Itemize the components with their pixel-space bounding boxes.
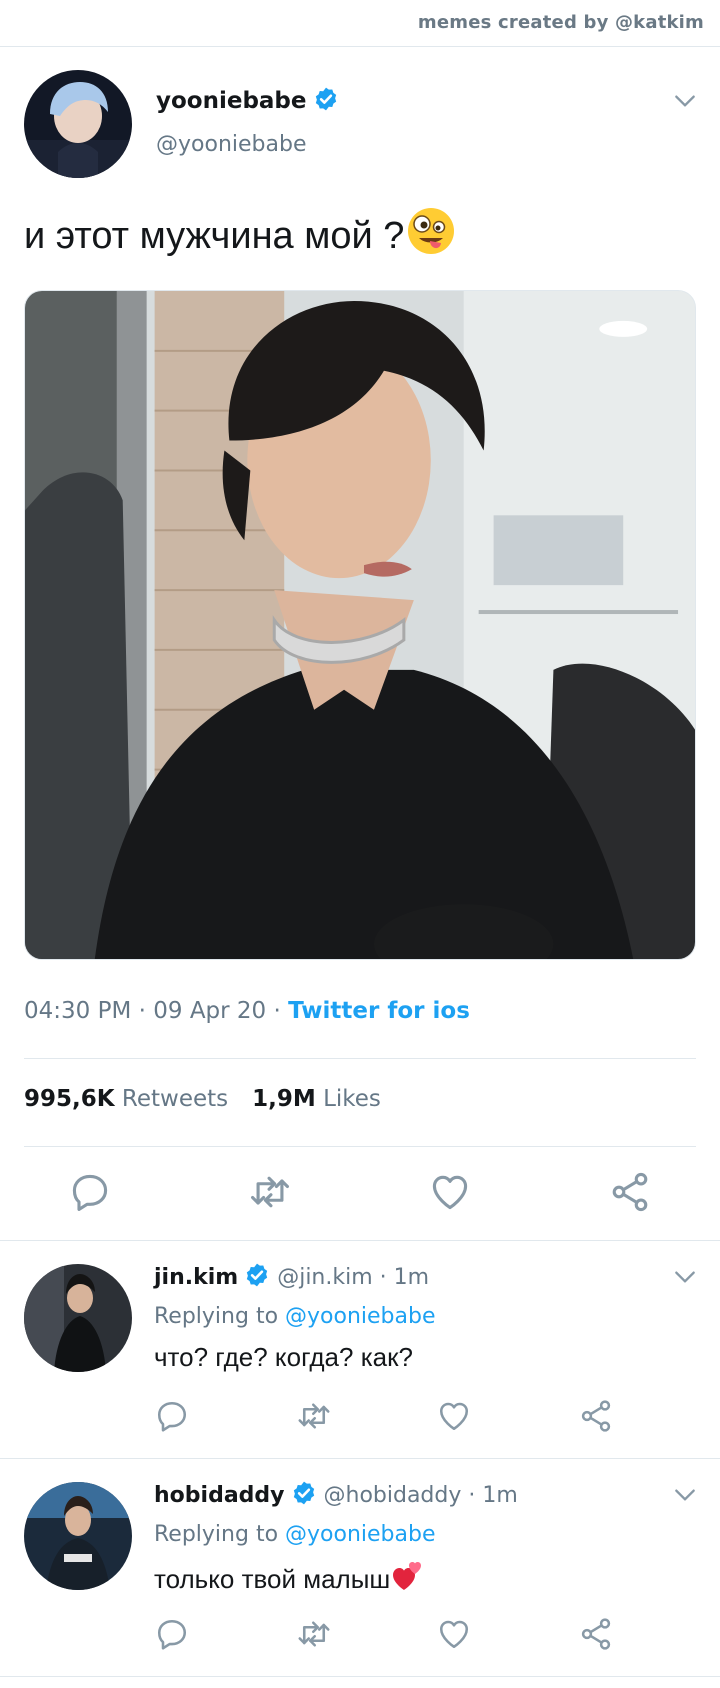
reply-header: hobidaddy @hobidaddy · 1m (154, 1480, 518, 1508)
bottom-divider (0, 1676, 720, 1677)
reply-time: 1m (482, 1483, 518, 1508)
retweet-icon[interactable] (248, 1170, 292, 1214)
meta-separator: · (131, 998, 154, 1024)
retweet-icon[interactable] (296, 1616, 332, 1652)
tweet-text-body: и этот мужчина мой ? (24, 215, 405, 257)
tweet-time: 04:30 PM (24, 998, 132, 1024)
top-divider (0, 46, 720, 47)
stats-divider (24, 1146, 696, 1147)
verified-badge-icon (313, 86, 339, 112)
zany-face-emoji-icon (408, 208, 455, 254)
tweet-text: и этот мужчина мой ? (24, 206, 456, 258)
replying-to-line: Replying to @yooniebabe (154, 1522, 436, 1547)
tweet-actions (0, 1170, 720, 1220)
reply-icon[interactable] (68, 1170, 112, 1214)
like-icon[interactable] (436, 1398, 472, 1434)
tweet-date: 09 Apr 20 (153, 998, 267, 1024)
meme-credit: memes created by @katkim (417, 12, 704, 33)
reply-header: jin.kim @jin.kim · 1m (154, 1262, 429, 1290)
reply-avatar[interactable] (24, 1482, 132, 1590)
retweets-label: Retweets (121, 1086, 229, 1112)
reply-divider (0, 1458, 720, 1459)
likes-label: Likes (323, 1086, 381, 1112)
author-avatar[interactable] (24, 70, 132, 178)
reply-actions (0, 1398, 720, 1448)
author-name-line[interactable]: yooniebabe (156, 86, 339, 114)
reply-icon[interactable] (154, 1616, 190, 1652)
likes-stat[interactable]: 1,9M Likes (252, 1086, 381, 1112)
reply-author-handle[interactable]: @jin.kim (277, 1265, 372, 1290)
tweet-stats: 995,6K Retweets 1,9M Likes (24, 1086, 381, 1112)
replying-to-line: Replying to @yooniebabe (154, 1304, 436, 1329)
reply-text-body: только твой малыш (154, 1564, 391, 1594)
reply-avatar[interactable] (24, 1264, 132, 1372)
tweet-meta: 04:30 PM · 09 Apr 20 · Twitter for ios (24, 998, 470, 1024)
reply-icon[interactable] (154, 1398, 190, 1434)
share-icon[interactable] (578, 1398, 614, 1434)
like-icon[interactable] (428, 1170, 472, 1214)
replying-to-link[interactable]: @yooniebabe (285, 1304, 435, 1329)
meta-separator: · (266, 998, 289, 1024)
author-handle[interactable]: @yooniebabe (156, 132, 306, 157)
tweet-detail-page: memes created by @katkim yooniebabe @yoo… (0, 0, 720, 1688)
share-icon[interactable] (578, 1616, 614, 1652)
reply-time: 1m (393, 1265, 430, 1290)
verified-badge-icon (291, 1480, 317, 1506)
like-icon[interactable] (436, 1616, 472, 1652)
reply-author-handle[interactable]: @hobidaddy (324, 1483, 462, 1508)
tweet-client-link[interactable]: Twitter for ios (288, 998, 470, 1024)
two-hearts-emoji-icon (393, 1562, 422, 1590)
reply-text: что? где? когда? как? (154, 1342, 413, 1372)
replying-to-prefix: Replying to (154, 1522, 279, 1547)
tweet-photo[interactable] (24, 290, 696, 960)
chevron-down-icon[interactable] (672, 88, 698, 114)
reply-author-name[interactable]: hobidaddy (154, 1483, 285, 1508)
meta-divider (24, 1058, 696, 1059)
author-name[interactable]: yooniebabe (156, 88, 307, 114)
chevron-down-icon[interactable] (672, 1482, 698, 1508)
chevron-down-icon[interactable] (672, 1264, 698, 1290)
reply-actions (0, 1616, 720, 1666)
share-icon[interactable] (608, 1170, 652, 1214)
likes-count: 1,9M (252, 1086, 316, 1112)
replying-to-link[interactable]: @yooniebabe (285, 1522, 435, 1547)
reply-author-name[interactable]: jin.kim (154, 1265, 238, 1290)
actions-divider (0, 1240, 720, 1241)
replying-to-prefix: Replying to (154, 1304, 279, 1329)
retweets-stat[interactable]: 995,6K Retweets (24, 1086, 228, 1112)
retweet-icon[interactable] (296, 1398, 332, 1434)
reply-text: только твой малыш (154, 1560, 424, 1595)
verified-badge-icon (244, 1262, 270, 1288)
retweets-count: 995,6K (24, 1086, 115, 1112)
